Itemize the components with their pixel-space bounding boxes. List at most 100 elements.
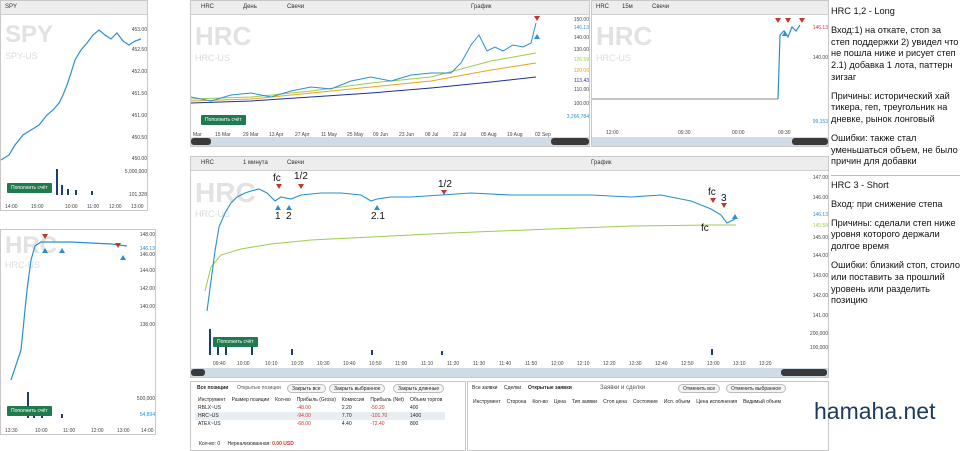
cancel-selected-button[interactable]: Отменить выбранное [726,384,786,393]
tab-all-positions[interactable]: Все позиции [197,385,228,391]
ticker-field[interactable]: SPY [5,4,17,10]
cell-size [229,420,273,428]
hrc-15m-vol-tick: 99,153 [812,119,828,125]
orders-title: Заявки и сделки [600,385,646,391]
cell-commission: 2.20 [341,405,352,411]
interval-select[interactable]: 15м [622,4,633,10]
col-header[interactable]: Размер позиции [229,396,273,404]
cell-qty [272,412,294,420]
hrc-1min-x-14: 12:10 [577,361,590,367]
cell-net: -72.40 [370,421,385,427]
hrc-daily-y-7: 110.00 [574,87,589,93]
col-header[interactable]: Кол-во [529,398,551,406]
col-header[interactable]: Цена исполнения [693,398,740,406]
ticker-field[interactable]: HRC [201,160,214,166]
mark-1: 1 [275,211,281,222]
interval-select[interactable]: День [243,4,257,10]
hrc-15m-x-2: 00:00 [732,130,745,136]
hrc-daily-scrollbar[interactable] [191,137,589,146]
hrc-1min-x-0: 09:40 [213,361,226,367]
sell-marker-icon [276,184,282,189]
hrc-1min-vol-1: 100,000 [809,345,828,351]
hrc-1min-x-7: 11:00 [395,361,408,367]
col-header[interactable]: Состояние [630,398,661,406]
ticker-field[interactable]: HRC [201,4,214,10]
col-header[interactable]: Кол-во [272,396,294,404]
scroll-thumb[interactable] [781,369,827,376]
scroll-thumb[interactable] [191,138,211,145]
hrc-1min-x-2: 10:10 [265,361,278,367]
col-header[interactable]: Инструмент [470,398,504,406]
cell-instrument: RBLX~US [198,405,221,411]
hrc-1min-scrollbar[interactable] [191,368,828,377]
col-header[interactable]: Тип заявки [569,398,600,406]
spy-x-tick-3: 11:00 [87,204,100,210]
buy-marker-icon [782,31,788,36]
hrc-1min-x-12: 11:50 [525,361,538,367]
hrc-15m-y-0: 146.13 [812,25,828,31]
scroll-thumb[interactable] [792,138,828,145]
buy-marker-icon [732,214,738,219]
hrc-1min-x-5: 10:40 [343,361,356,367]
tab-open-positions[interactable]: Открытые позиции [237,385,281,391]
cell-commission: 7.70 [341,413,352,419]
tab-open-orders[interactable]: Открытые заявки [528,385,572,391]
spy-x-tick-0: 14:00 [5,204,18,210]
cell-volume: 1400 [409,413,422,419]
sell-marker-icon [42,234,48,239]
sell-marker-icon [298,184,304,189]
fill-account-button[interactable]: Пополнить счёт [7,183,52,193]
cell-instrument: HRC~US [198,413,219,419]
cancel-all-button[interactable]: Отменить все [678,384,721,393]
close-long-button[interactable]: Закрыть длинные [393,384,445,393]
hrc-small-window: HRC HRC-US 148.00 146.13 146.00 144.00 1… [0,229,156,435]
close-all-button[interactable]: Закрыть все [287,384,326,393]
col-header[interactable]: Исп. объем [661,398,693,406]
col-header[interactable]: Объем торгов [407,396,445,404]
spy-y-tick-4: 451.00 [131,113,147,119]
table-row[interactable]: RBLX~US -48.00 2.20 -50.20 400 [195,404,445,412]
col-header[interactable]: Прибыль (Net) [367,396,407,404]
buy-marker-icon [42,248,48,253]
hrc-1min-x-17: 12:40 [655,361,668,367]
hrc-15m-scrollbar[interactable] [592,137,828,146]
table-row[interactable]: ATEX~US -68.00 4.40 -72.40 800 [195,420,445,428]
scroll-thumb[interactable] [551,138,589,145]
tab-all-orders[interactable]: Все заявки [472,385,497,391]
fill-account-button[interactable]: Пополнить счёт [201,115,246,125]
hrc-1min-y-0: 147.00 [812,175,828,181]
cell-gross: -68.00 [296,421,311,427]
hrc-daily-y-1: 146.13 [573,25,589,31]
hrc-small-vol-1: 54,894 [139,412,155,418]
hrc-small-y-3: 144.00 [139,268,155,274]
table-row[interactable]: HRC~US -94.00 7.70 -101.70 1400 [195,412,446,420]
chart-type-select[interactable]: Свечи [287,4,304,10]
close-selected-button[interactable]: Закрыть выбранное [329,384,386,393]
orders-panel: Все заявки Сделки Открытые заявки Заявки… [467,381,829,451]
interval-select[interactable]: 1 минута [243,160,268,166]
scroll-thumb[interactable] [191,369,205,376]
col-header[interactable]: Цена [551,398,569,406]
chart-type-select[interactable]: Свечи [652,4,669,10]
sell-marker-icon [115,243,121,248]
hrc-15m-toolbar: HRC 15м Свечи [592,1,828,15]
tab-trades[interactable]: Сделки [504,385,521,391]
col-header[interactable]: Комиссия [339,396,367,404]
fill-account-button[interactable]: Пополнить счёт [213,337,258,347]
ticker-field[interactable]: HRC [596,4,609,10]
cell-volume: 800 [409,421,419,427]
cell-net: -50.20 [370,405,385,411]
spy-y-tick-2: 452.00 [131,69,147,75]
spy-y-tick-0: 453.00 [131,27,147,33]
fill-account-button[interactable]: Пополнить счёт [7,406,52,416]
chart-type-select[interactable]: Свечи [287,160,304,166]
buy-marker-icon [374,205,380,210]
hrc-small-x-4: 13:00 [117,428,130,434]
note-reasons-long: Причины: исторический хай тикера, геп, т… [831,90,950,125]
col-header[interactable]: Инструмент [195,396,229,404]
col-header[interactable]: Прибыль (Gross) [294,396,339,404]
col-header[interactable]: Сторона [504,398,530,406]
hrc-small-y-2: 146.00 [139,252,155,258]
col-header[interactable]: Видимый объем [740,398,784,406]
col-header[interactable]: Стоп цена [600,398,630,406]
